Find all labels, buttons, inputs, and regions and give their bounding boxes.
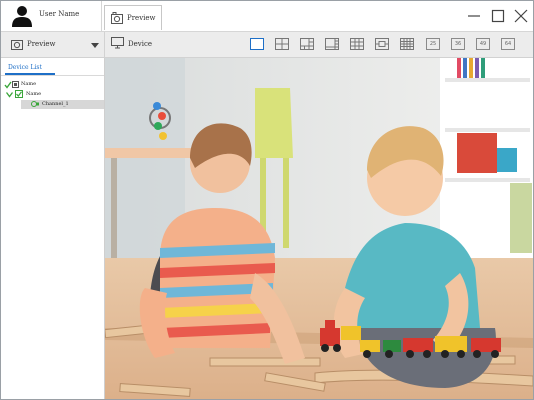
- layout-9-icon[interactable]: [350, 38, 364, 50]
- tree-node-label: Channel_1: [42, 101, 69, 107]
- title-bar: User Name Preview: [1, 1, 533, 32]
- layout-6-icon[interactable]: [300, 38, 314, 50]
- layout-16-icon[interactable]: [400, 38, 414, 50]
- toolbar: Preview Device 25 36 49 64: [1, 32, 533, 58]
- tree-node-root[interactable]: Name: [4, 80, 99, 89]
- tree-node-child[interactable]: Name: [6, 90, 99, 99]
- app-window: User Name Preview Preview Device 25 36 4…: [0, 0, 534, 400]
- layout-64-button[interactable]: 64: [501, 38, 515, 50]
- mode-dropdown[interactable]: Preview: [1, 32, 105, 57]
- monitor-icon: [111, 37, 124, 49]
- chevron-down-icon: [6, 92, 13, 98]
- layout-4-icon[interactable]: [275, 38, 289, 50]
- layout-1-icon[interactable]: [250, 38, 264, 50]
- minimize-icon[interactable]: [466, 8, 482, 24]
- tree-node-channel[interactable]: Channel_1: [21, 100, 104, 109]
- maximize-icon[interactable]: [490, 8, 506, 24]
- device-list-panel: Device List Name Name Channel_1: [1, 58, 105, 399]
- mode-dropdown-value: Preview: [27, 40, 56, 48]
- tab-device-list[interactable]: Device List: [1, 58, 104, 76]
- tab-device-list-label: Device List: [8, 64, 42, 71]
- check-icon: [4, 81, 12, 89]
- device-label: Device: [128, 40, 153, 48]
- user-name: User Name: [39, 10, 80, 18]
- video-view[interactable]: [105, 58, 533, 399]
- tab-preview[interactable]: Preview: [104, 5, 162, 30]
- tree-node-label: Name: [26, 91, 42, 97]
- checkbox-icon[interactable]: [15, 90, 23, 98]
- camera-icon: [111, 12, 123, 24]
- active-tab-indicator: [5, 73, 55, 75]
- camera-channel-icon: [31, 101, 39, 107]
- device-tree: Name Name Channel_1: [1, 80, 104, 120]
- layout-36-button[interactable]: 36: [451, 38, 465, 50]
- tree-node-label: Name: [21, 81, 37, 87]
- user-icon: [12, 6, 32, 27]
- layout-25-button[interactable]: 25: [426, 38, 440, 50]
- user-panel[interactable]: User Name: [1, 1, 102, 31]
- layout-8-icon[interactable]: [325, 38, 339, 50]
- close-icon[interactable]: [513, 8, 529, 24]
- camera-icon: [11, 40, 23, 50]
- tab-label: Preview: [127, 14, 156, 22]
- chevron-down-icon: [91, 43, 99, 48]
- layout-13-icon[interactable]: [375, 38, 389, 50]
- device-group-icon: [12, 81, 19, 88]
- layout-49-button[interactable]: 49: [476, 38, 490, 50]
